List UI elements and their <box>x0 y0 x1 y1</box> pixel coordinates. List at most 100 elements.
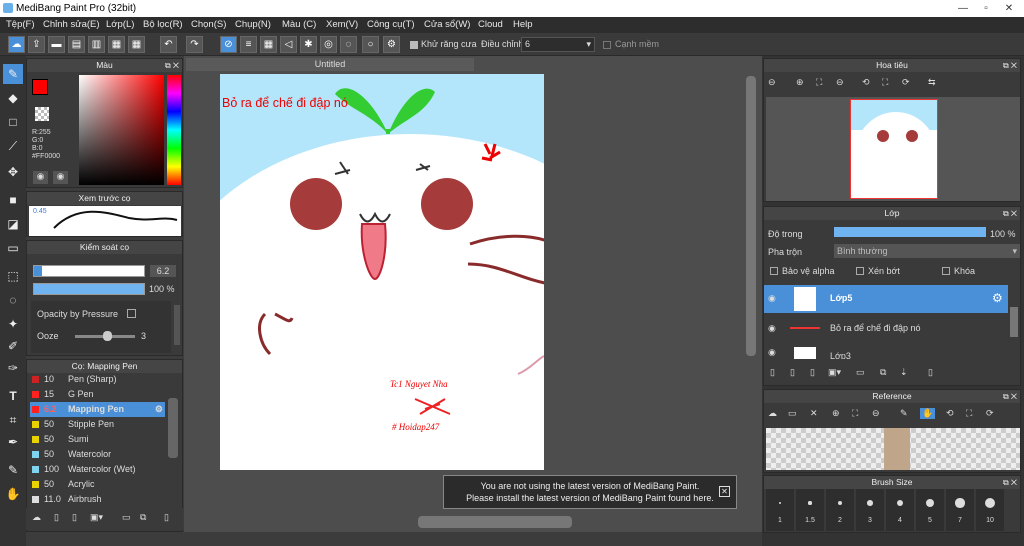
grid-icon[interactable]: ▦ <box>128 36 145 53</box>
ooze-slider[interactable] <box>75 331 135 341</box>
saturation-value-picker[interactable] <box>79 75 164 185</box>
layer-row[interactable]: ◉ Bỏ ra để chế đi đập nó <box>764 315 1008 343</box>
brush-new-icon[interactable]: ▯ <box>54 512 59 523</box>
redo-icon[interactable]: ↷ <box>186 36 203 53</box>
snap-ellipse-icon[interactable]: ○ <box>362 36 379 53</box>
brush-opacity-slider[interactable] <box>33 283 145 295</box>
brush-cloud-icon[interactable]: ☁ <box>32 512 41 523</box>
ref-rotate-right-icon[interactable]: ⟳ <box>986 408 994 419</box>
brush-folder-icon[interactable]: ▭ <box>122 512 131 523</box>
layer-scrollbar[interactable] <box>1010 307 1018 337</box>
brush-duplicate-icon[interactable]: ⧉ <box>140 512 146 523</box>
maximize-icon[interactable]: ▫ <box>975 0 997 17</box>
flip-icon[interactable]: ⇆ <box>928 77 936 88</box>
brush-list-item[interactable]: 6.2 Mapping Pen ⚙ <box>30 402 165 417</box>
menu-capture[interactable]: Chụp(N) <box>235 17 271 33</box>
hue-slider[interactable] <box>167 75 181 185</box>
menu-window[interactable]: Cửa sổ(W) <box>424 17 470 33</box>
layer-row[interactable]: ◉ Lớp3 <box>764 345 1008 359</box>
menu-cloud[interactable]: Cloud <box>478 17 503 33</box>
navigator-float-icon[interactable]: ⧉ ✕ <box>1003 59 1017 72</box>
brush-list-item[interactable]: 50 Acrylic <box>30 477 165 492</box>
visibility-icon[interactable]: ◉ <box>768 293 776 304</box>
brush-settings-icon[interactable]: ⚙ <box>155 402 163 417</box>
menu-view[interactable]: Xem(V) <box>326 17 358 33</box>
foreground-color-swatch[interactable] <box>32 79 48 95</box>
doc-icon[interactable]: ▤ <box>68 36 85 53</box>
palette-settings-icon[interactable]: ◉ <box>53 171 68 184</box>
menu-file[interactable]: Tệp(F) <box>6 17 35 33</box>
snap-grid-icon[interactable]: ▦ <box>260 36 277 53</box>
menu-color[interactable]: Màu (C) <box>282 17 316 33</box>
brush-add-icon[interactable]: ▣▾ <box>90 512 103 523</box>
page-icon[interactable]: ▥ <box>88 36 105 53</box>
new-halftone-layer-icon[interactable]: ▯ <box>790 367 795 378</box>
reset-view-icon[interactable]: ⛶ <box>882 77 888 88</box>
layer-folder-icon[interactable]: ▭ <box>856 367 865 378</box>
update-notice[interactable]: You are not using the latest version of … <box>443 475 737 509</box>
brush-size-cell[interactable]: 7 <box>946 489 974 531</box>
snap-curve-icon[interactable]: ◌ <box>340 36 357 53</box>
transparent-swatch[interactable] <box>35 107 49 121</box>
adjust-select[interactable]: 6 ▾ <box>521 37 595 52</box>
visibility-icon[interactable]: ◉ <box>768 323 776 334</box>
rotate-right-icon[interactable]: ⟳ <box>902 77 910 88</box>
snap-off-icon[interactable]: ⊘ <box>220 36 237 53</box>
brush-size-cell[interactable]: 1.5 <box>796 489 824 531</box>
minimize-icon[interactable]: — <box>952 0 974 17</box>
brush-list-item[interactable]: 50 Sumi <box>30 432 165 447</box>
clipping-checkbox[interactable] <box>856 267 864 275</box>
brush-list-item[interactable]: 100 Watercolor (Wet) <box>30 462 165 477</box>
menu-select[interactable]: Chọn(S) <box>191 17 226 33</box>
brush-list-item[interactable]: 10 Pen (Sharp) <box>30 372 165 387</box>
duplicate-layer-icon[interactable]: ⧉ <box>880 367 886 378</box>
visibility-icon[interactable]: ◉ <box>768 347 776 358</box>
brush-size-cell[interactable]: 2 <box>826 489 854 531</box>
horizontal-scrollbar[interactable] <box>418 516 572 528</box>
magic-wand-icon[interactable]: ✦ <box>3 314 23 334</box>
layer-opacity-slider[interactable] <box>834 227 986 237</box>
dot-tool-icon[interactable]: ⟋ <box>3 136 23 156</box>
select-pen-icon[interactable]: ✐ <box>3 336 23 356</box>
text-tool-icon[interactable]: T <box>3 386 23 406</box>
divide-tool-icon[interactable]: ⌗ <box>3 410 23 430</box>
layer-settings-icon[interactable]: ⚙ <box>992 291 1003 305</box>
eraser-tool-icon[interactable]: ◆ <box>3 88 23 108</box>
hand-tool-icon[interactable]: ✋ <box>3 484 23 504</box>
menu-filter[interactable]: Bộ lọc(R) <box>143 17 183 33</box>
chat-icon[interactable]: ▬ <box>48 36 65 53</box>
brush-delete-icon[interactable]: ▯ <box>164 512 169 523</box>
merge-layer-icon[interactable]: ⇣ <box>900 367 908 378</box>
brush-list-item[interactable]: 50 Watercolor <box>30 447 165 462</box>
reference-image-area[interactable] <box>766 428 1020 470</box>
new-8bit-layer-icon[interactable]: ▯ <box>810 367 815 378</box>
ref-cloud-icon[interactable]: ☁ <box>768 408 777 419</box>
fit-icon[interactable]: ⛶ <box>816 77 822 88</box>
brush-list-item[interactable]: 50 Stipple Pen <box>30 417 165 432</box>
zoom-in-icon[interactable]: ⊕ <box>796 77 804 88</box>
ref-zoom-in-icon[interactable]: ⊕ <box>832 408 840 419</box>
layer-row[interactable]: ◉ Lớp5 ⚙ <box>764 285 1008 313</box>
brush-size-value[interactable]: 6.2 <box>150 265 176 277</box>
brush-size-slider[interactable] <box>33 265 145 277</box>
gradient-tool-icon[interactable]: ▭ <box>3 238 23 258</box>
menu-help[interactable]: Help <box>513 17 533 33</box>
ref-reset-icon[interactable]: ⛶ <box>966 408 972 419</box>
menu-edit[interactable]: Chỉnh sửa(E) <box>43 17 100 33</box>
brush-control-scrollbar[interactable] <box>174 305 180 345</box>
brush-list-scrollbar[interactable] <box>168 398 178 458</box>
ref-close-icon[interactable]: ✕ <box>810 408 818 419</box>
ref-rotate-left-icon[interactable]: ⟲ <box>946 408 954 419</box>
brush-tool-icon[interactable]: ✎ <box>3 64 23 84</box>
ref-eyedropper-icon[interactable]: ✎ <box>900 408 908 419</box>
navigator-preview[interactable] <box>766 97 1020 201</box>
blur-tool-icon[interactable]: ✒ <box>3 432 23 452</box>
layer-float-icon[interactable]: ⧉ ✕ <box>1003 207 1017 220</box>
snap-radial-icon[interactable]: ✱ <box>300 36 317 53</box>
select-eraser-icon[interactable]: ✑ <box>3 358 23 378</box>
ref-hand-icon[interactable]: ✋ <box>920 408 936 419</box>
fill-checkbox[interactable] <box>603 41 611 49</box>
select-rect-icon[interactable]: ⬚ <box>3 266 23 286</box>
ooze-handle[interactable] <box>103 331 112 341</box>
antialias-checkbox[interactable] <box>410 41 418 49</box>
